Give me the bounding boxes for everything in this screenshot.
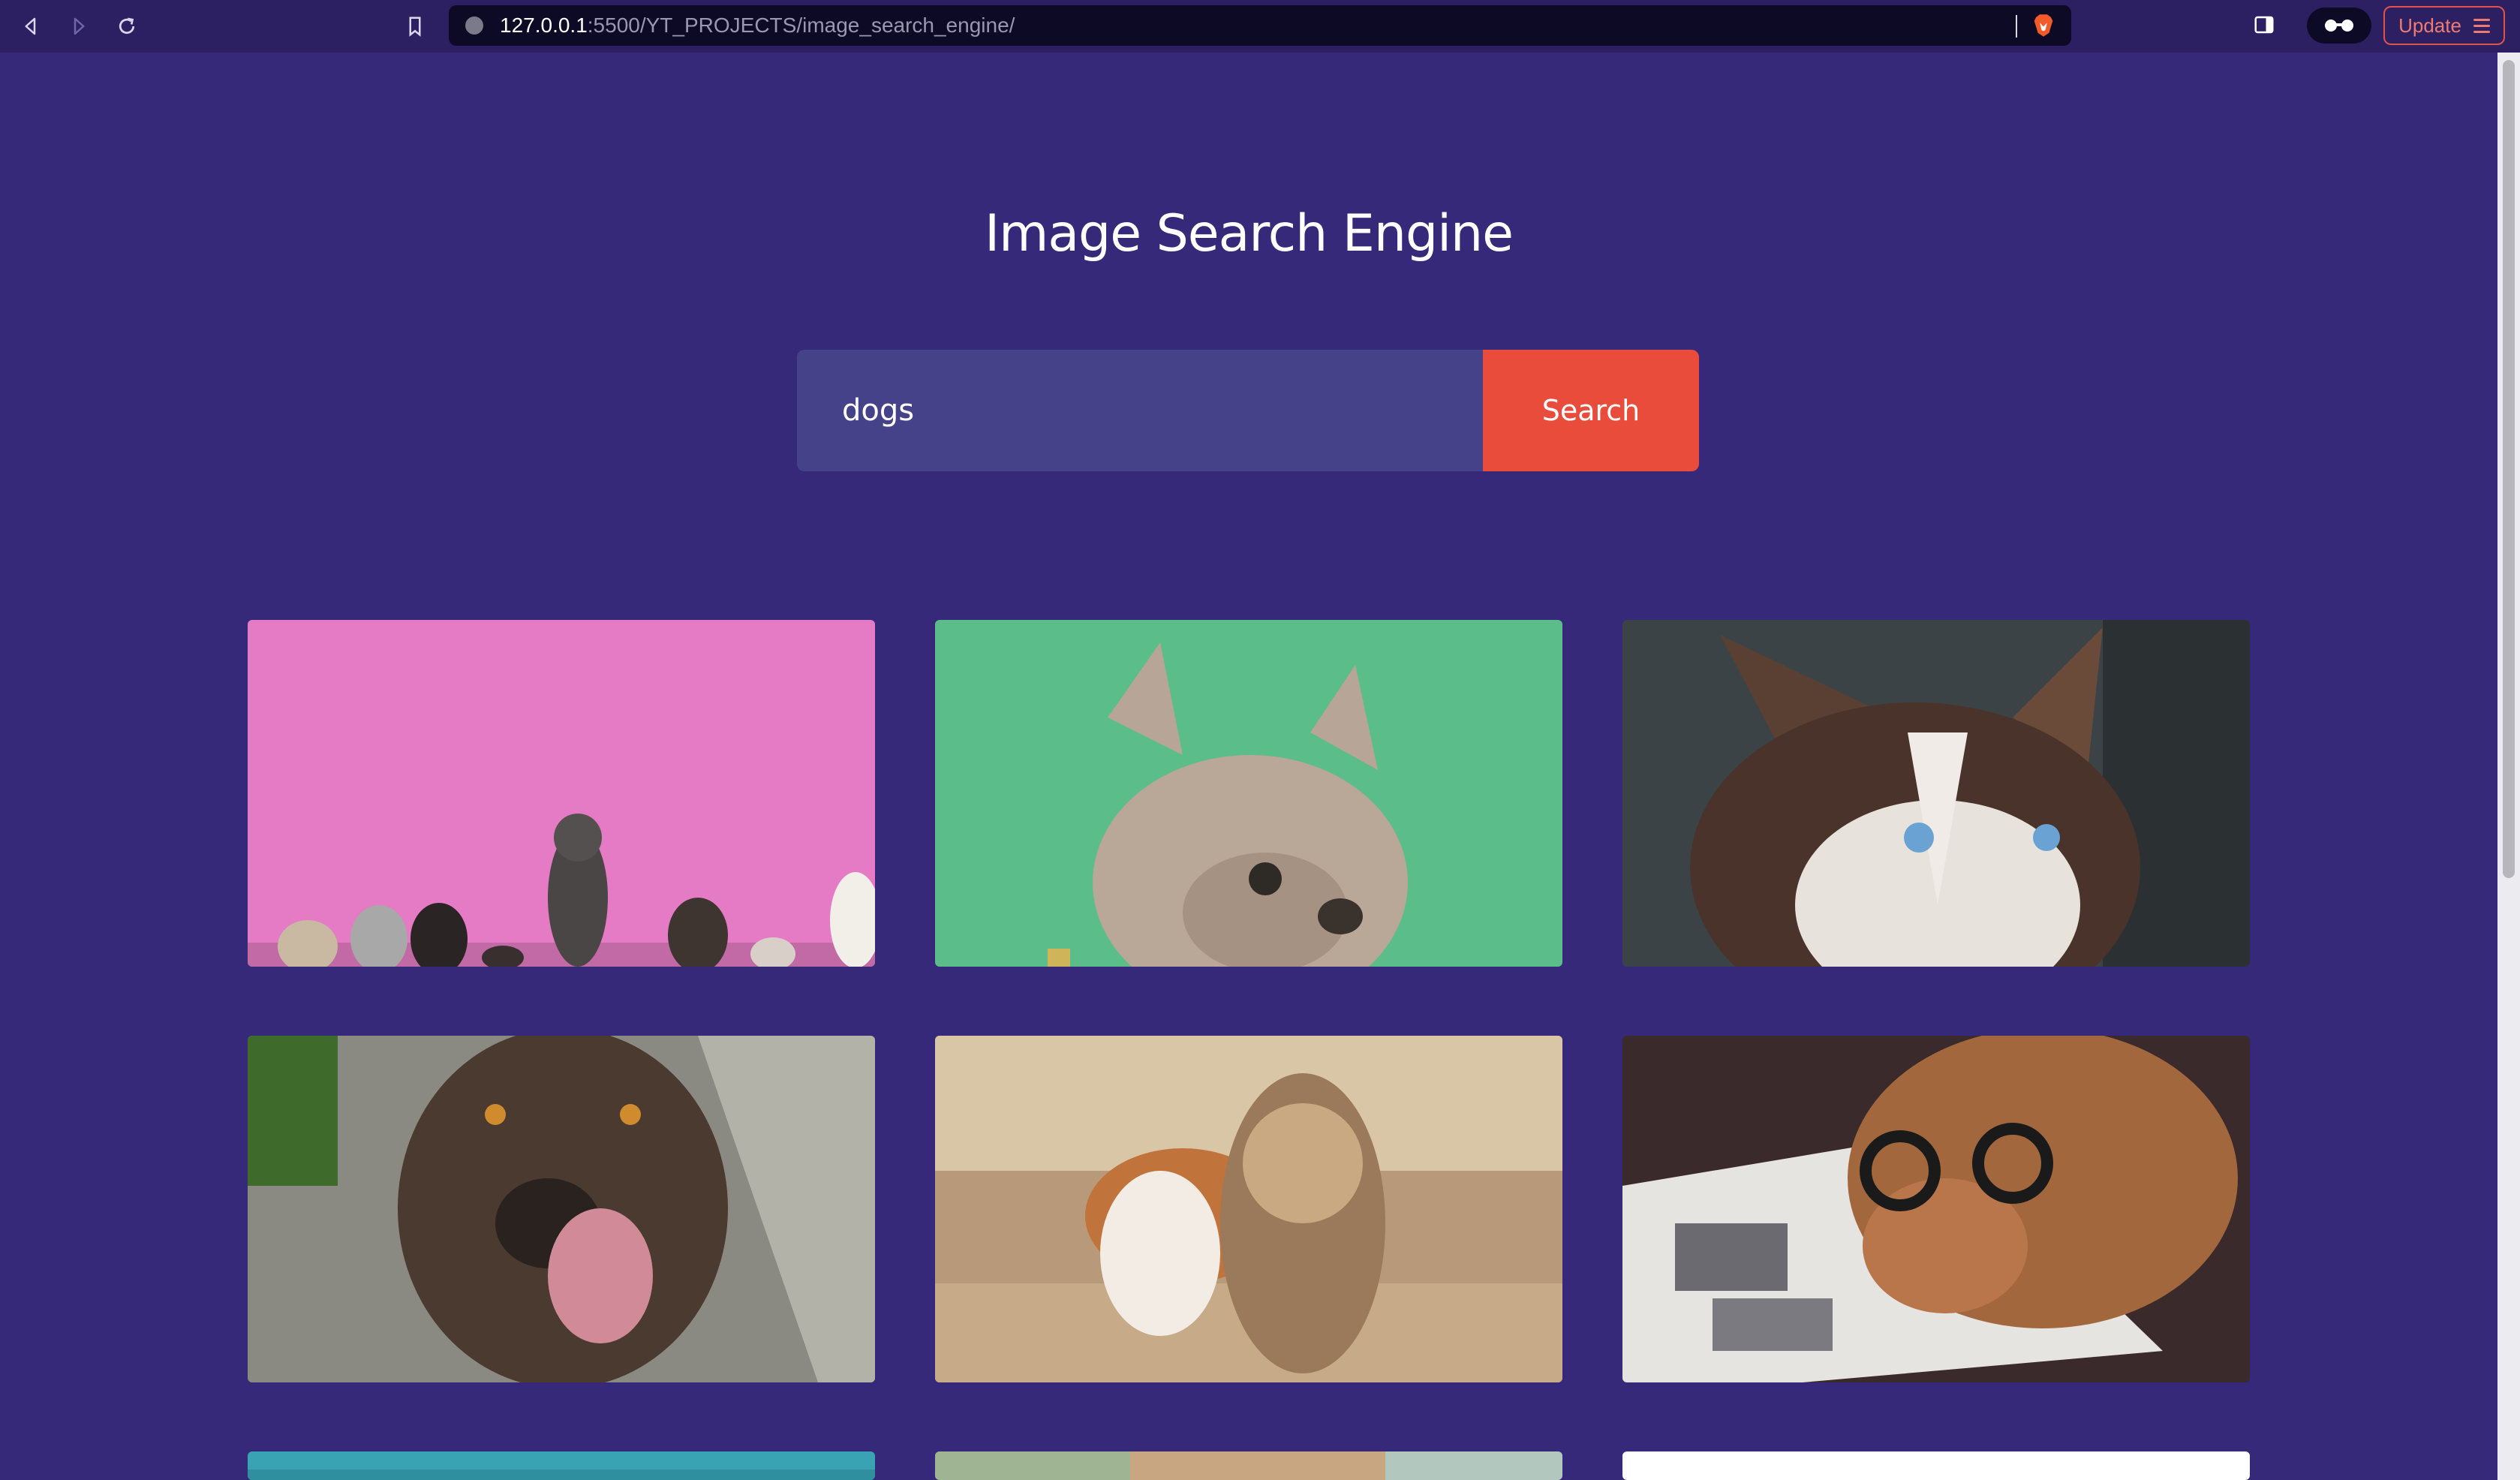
url-host: 127.0.0.1: [500, 14, 588, 37]
url-path: :5500/YT_PROJECTS/image_search_engine/: [587, 14, 1015, 37]
reader-mode-button[interactable]: [2307, 8, 2371, 44]
update-button[interactable]: Update: [2383, 6, 2505, 45]
french-bulldog-image: [935, 620, 1562, 967]
result-image-3[interactable]: [1622, 620, 2250, 967]
search-form: Search: [797, 350, 1699, 471]
reload-button[interactable]: [110, 9, 144, 44]
corgi-and-yorkie-image: [935, 1036, 1562, 1382]
url-divider: [2016, 15, 2017, 38]
back-button[interactable]: [14, 9, 48, 44]
search-button[interactable]: Search: [1483, 350, 1699, 471]
url-text[interactable]: 127.0.0.1:5500/YT_PROJECTS/image_search_…: [500, 14, 1015, 38]
reload-icon: [119, 17, 135, 35]
forward-icon: [74, 17, 85, 35]
address-bar[interactable]: 127.0.0.1:5500/YT_PROJECTS/image_search_…: [449, 5, 2071, 46]
labrador-image: [248, 1036, 875, 1382]
scrollbar-thumb[interactable]: [2503, 60, 2515, 878]
page-scrollbar[interactable]: [2497, 53, 2520, 1480]
page-title: Image Search Engine: [985, 204, 1514, 263]
result-image-8[interactable]: [935, 1451, 1562, 1480]
white-partial-image: [1622, 1451, 2250, 1480]
sidebar-icon[interactable]: [2253, 14, 2275, 36]
result-image-6[interactable]: [1622, 1036, 2250, 1382]
husky-image: [1622, 620, 2250, 967]
dogs-pink-wall-image: [248, 620, 875, 967]
bookmark-icon: [409, 17, 421, 37]
dog-reading-image: [1622, 1036, 2250, 1382]
result-image-9[interactable]: [1622, 1451, 2250, 1480]
outdoor-partial-image: [935, 1451, 1562, 1480]
result-image-1[interactable]: [248, 620, 875, 967]
menu-icon: [2473, 18, 2490, 33]
brave-shield-icon[interactable]: [2032, 14, 2055, 38]
result-image-4[interactable]: [248, 1036, 875, 1382]
browser-toolbar: 127.0.0.1:5500/YT_PROJECTS/image_search_…: [0, 0, 2520, 53]
update-label: Update: [2398, 14, 2461, 37]
forward-button[interactable]: [62, 9, 96, 44]
result-image-5[interactable]: [935, 1036, 1562, 1382]
reader-mode-icon: [2325, 20, 2353, 32]
result-image-2[interactable]: [935, 620, 1562, 967]
back-icon: [25, 17, 36, 35]
site-info-icon[interactable]: [465, 17, 483, 35]
search-input[interactable]: [797, 350, 1483, 471]
teal-partial-image: [248, 1451, 875, 1480]
result-image-7[interactable]: [248, 1451, 875, 1480]
bookmark-button[interactable]: [398, 9, 432, 44]
